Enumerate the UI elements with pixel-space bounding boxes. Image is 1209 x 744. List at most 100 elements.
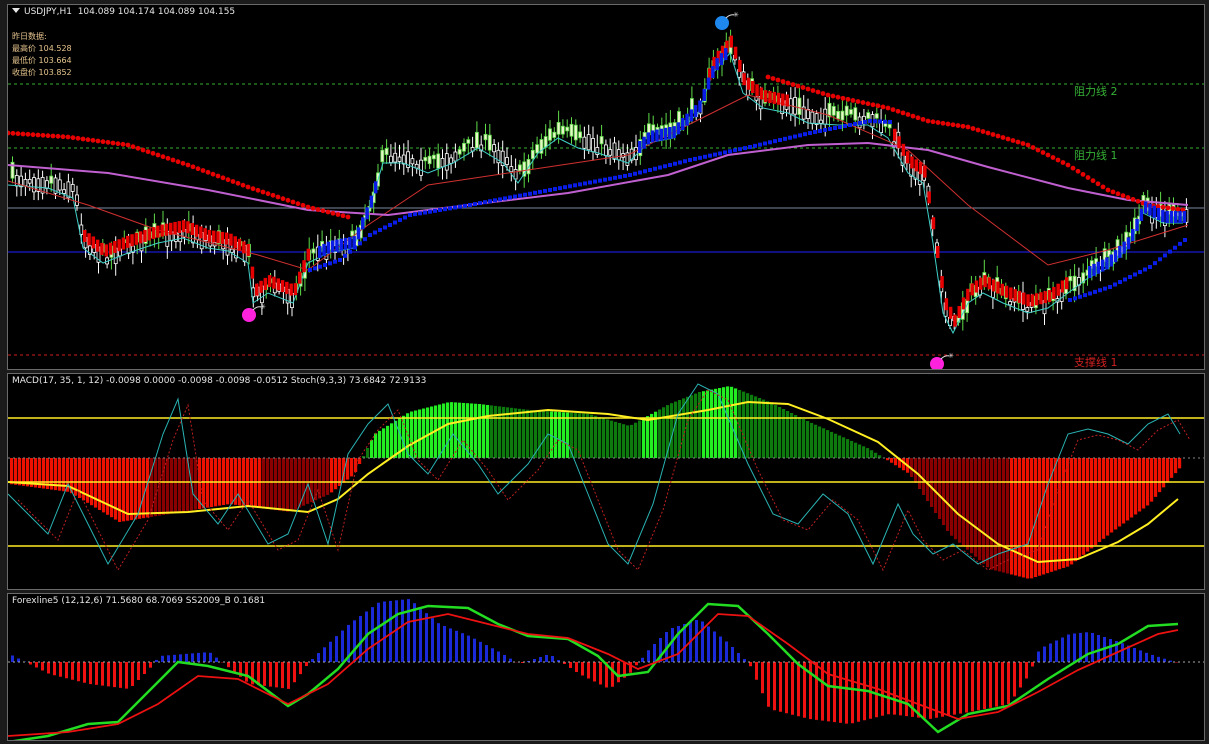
trend-bar [983,275,987,288]
fx-bar [959,662,962,714]
fx-bar [401,599,404,662]
trend-bar [259,280,263,293]
macd-bar [486,404,490,458]
fx-bar [845,662,848,724]
macd-bar [270,458,274,510]
macd-bar [230,458,234,505]
macd-bar [1002,458,1006,573]
fx-bar [905,662,908,717]
trend-bar [356,227,361,240]
uptrend-dot [783,136,787,141]
downtrend-dot [205,169,211,175]
trend-bar [339,238,343,251]
downtrend-dot [810,88,816,93]
trend-bar [263,277,268,290]
svg-text:✳: ✳ [260,303,266,311]
macd-bar [386,425,390,458]
trend-bar [83,230,87,242]
fx-bar [1001,662,1004,706]
uptrend-dot [383,225,387,230]
macd-bar [978,458,982,561]
uptrend-dot [678,160,682,165]
uptrend-dot [668,163,672,167]
resistance-2-label: 阻力线 2 [1074,85,1118,98]
fx-bar [245,662,248,682]
uptrend-dot [818,129,822,133]
macd-bar [1166,458,1170,483]
downtrend-dot [145,149,151,155]
downtrend-dot [45,133,51,139]
fx-bar [713,631,716,662]
macd-bar [686,396,690,458]
macd-bar [1058,458,1062,570]
uptrend-dot [673,161,677,166]
macd-bar [1174,458,1178,474]
downtrend-dot [330,210,336,216]
fx-bar [641,657,644,662]
downtrend-dot [240,182,246,188]
forexline-canvas [8,599,1204,740]
uptrend-dot [338,258,342,262]
trend-bar [1156,207,1161,220]
chart-menu-triangle-icon[interactable] [12,8,20,13]
forexline-indicator-pane[interactable]: Forexline5 (12,12,6) 71.5680 68.7069 SS2… [7,593,1205,741]
trend-bar [104,244,108,257]
candle-body [410,158,415,165]
candle-body [569,123,574,137]
downtrend-dot [155,152,161,158]
downtrend-dot [855,99,861,104]
fx-bar [431,618,434,662]
macd-bar [514,408,518,458]
fx-bar [155,659,158,662]
trend-bar [1109,254,1113,267]
forexline-header: Forexline5 (12,12,6) 71.5680 68.7069 SS2… [12,596,266,606]
trend-bar [698,100,702,113]
fx-bar [227,662,230,668]
fx-bar [749,662,752,667]
macd-indicator-pane[interactable]: MACD(17, 35, 1, 12) -0.0098 0.0000 -0.00… [7,373,1205,590]
uptrend-dot [488,199,492,204]
trend-bar [1161,210,1165,223]
symbol-label: USDJPY,H1 [24,7,72,17]
uptrend-dot [778,138,782,142]
downtrend-dot [315,207,321,212]
trend-bar [330,240,335,253]
trend-bar [190,223,194,235]
downtrend-dot [195,166,201,172]
trend-bar [1174,211,1178,223]
macd-bar [998,458,1002,572]
macd-bar [114,458,118,520]
downtrend-dot [845,96,851,102]
candle-body [229,248,234,253]
trend-bar [1178,211,1182,223]
trend-bar [276,278,280,291]
downtrend-dot [35,132,41,138]
fx-bar [323,647,326,662]
trend-bar [164,223,169,236]
candle-body [604,144,608,156]
macd-bar [678,400,682,458]
uptrend-dot [333,259,337,264]
macd-bar [778,407,782,458]
downtrend-dot [100,139,106,145]
uptrend-dot [328,261,332,266]
macd-bar [1078,458,1082,558]
downtrend-dot [130,144,136,150]
macd-bar [522,409,526,458]
macd-bar [766,401,770,458]
macd-bar [818,426,822,458]
uptrend-dot [363,237,367,242]
trend-bar [953,314,957,327]
macd-bar [990,458,994,570]
downtrend-dot [765,74,771,80]
fx-bar [491,648,494,662]
macd-bar [290,458,294,512]
downtrend-dot [1105,187,1111,193]
uptrend-dot [393,220,397,225]
uptrend-dot [438,208,442,212]
candle-body [393,152,398,163]
macd-bar [478,404,482,458]
price-chart-pane[interactable]: ✳ ✳ ✳ USDJPY,H1 104.089 104.174 104.089 10… [7,4,1205,370]
candle-body [849,109,853,115]
uptrend-dot [693,156,697,161]
